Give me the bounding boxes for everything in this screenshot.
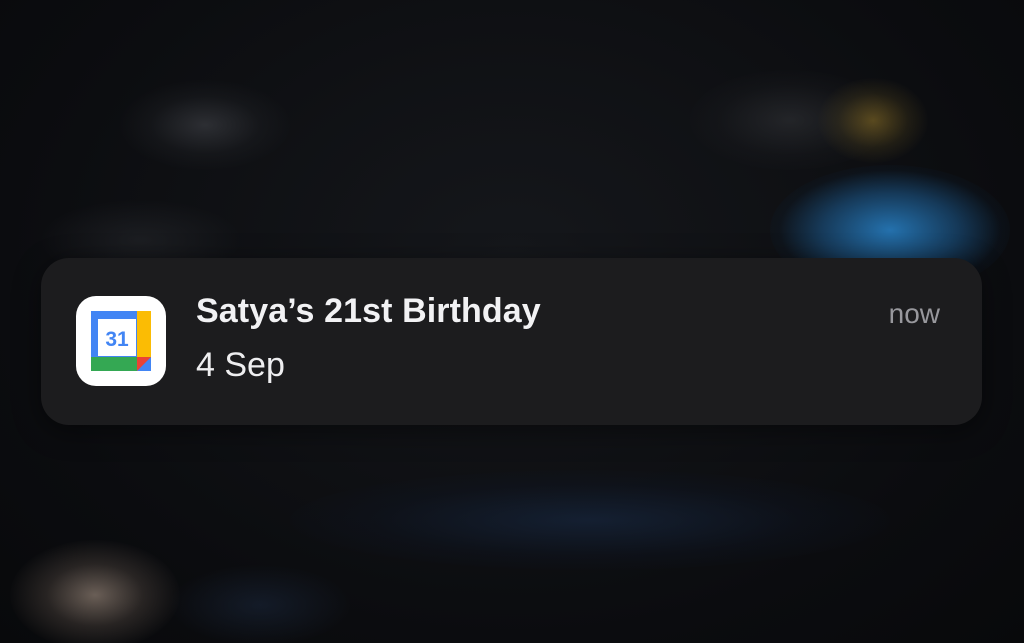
- calendar-notification-banner[interactable]: 31 Satya’s 21st Birthday 4 Sep now: [41, 258, 982, 425]
- notification-timestamp: now: [888, 298, 940, 329]
- notification-title: Satya’s 21st Birthday: [196, 292, 541, 330]
- calendar-green-band: [91, 357, 137, 371]
- calendar-day-number: 31: [105, 328, 129, 351]
- notification-body: 4 Sep: [196, 346, 285, 384]
- calendar-glyph: 31: [91, 311, 151, 371]
- blurred-background-shape: [818, 78, 928, 163]
- blurred-background-shape: [10, 540, 180, 643]
- calendar-yellow-band: [137, 311, 151, 357]
- blurred-background-shape: [290, 470, 890, 570]
- blurred-background-shape: [170, 565, 350, 643]
- blurred-background-shape: [120, 80, 290, 170]
- google-calendar-icon: 31: [76, 296, 166, 386]
- lock-screen-background: 31 Satya’s 21st Birthday 4 Sep now: [0, 0, 1024, 643]
